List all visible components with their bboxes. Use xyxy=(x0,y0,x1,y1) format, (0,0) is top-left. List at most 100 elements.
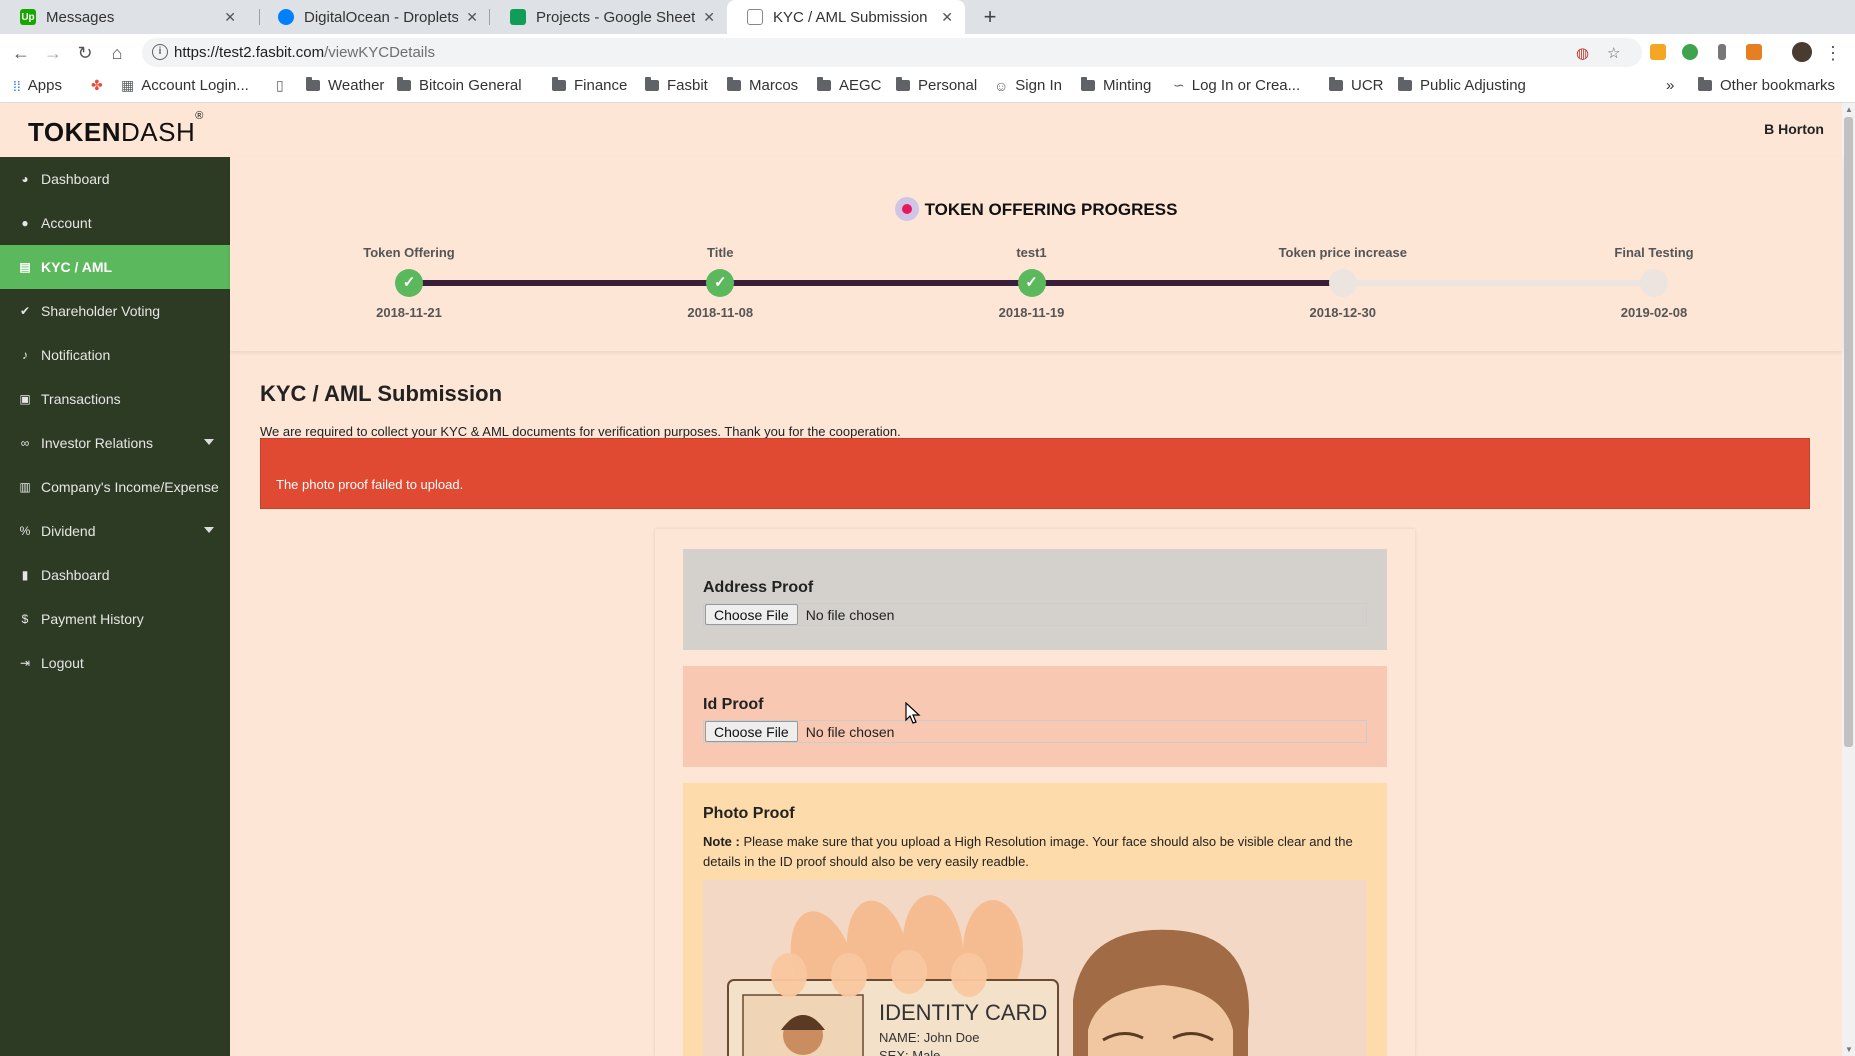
fox-extension-icon[interactable] xyxy=(1746,44,1762,60)
sidebar-item-company-s-income-expense[interactable]: ▥ Company's Income/Expense xyxy=(0,465,230,509)
forward-arrow-icon[interactable]: → xyxy=(40,40,66,66)
sidebar-item-transactions[interactable]: ▣ Transactions xyxy=(0,377,230,421)
tab-close-icon[interactable]: ✕ xyxy=(224,9,236,26)
folder-icon xyxy=(306,77,320,91)
bookmark-aegc[interactable]: AEGC xyxy=(817,77,882,94)
tab-close-icon[interactable]: ✕ xyxy=(941,9,953,26)
sidebar-item-investor-relations[interactable]: ∞ Investor Relations xyxy=(0,421,230,465)
milestone-date: 2019-02-08 xyxy=(1620,305,1688,320)
scroll-down-arrow-icon[interactable]: ▼ xyxy=(1845,1045,1853,1054)
folder-icon xyxy=(397,77,411,91)
sidebar-item-dashboard[interactable]: ▮ Dashboard xyxy=(0,553,230,597)
reload-icon[interactable]: ↻ xyxy=(72,40,98,66)
bookmark-personal[interactable]: Personal xyxy=(896,77,977,94)
tab-title: KYC / AML Submission xyxy=(773,8,928,26)
sidebar-item-payment-history[interactable]: $ Payment History xyxy=(0,597,230,641)
bookmark-account-login[interactable]: ▦ Account Login... xyxy=(121,77,249,94)
bookmark-weather[interactable]: Weather xyxy=(306,77,384,94)
metamask-extension-icon[interactable] xyxy=(1650,44,1666,60)
sidebar-item-shareholder-voting[interactable]: ✔ Shareholder Voting xyxy=(0,289,230,333)
sidebar-item-label: Transactions xyxy=(41,391,121,407)
sidebar-item-notification[interactable]: ♪ Notification xyxy=(0,333,230,377)
folder-icon xyxy=(896,77,910,91)
page-scrollbar[interactable]: ▲ ▼ xyxy=(1842,103,1855,1056)
grid-icon: ▦ xyxy=(121,77,135,93)
browser-menu-icon[interactable]: ⋮ xyxy=(1820,40,1846,66)
green-extension-icon[interactable] xyxy=(1682,44,1698,60)
id-proof-file-input[interactable]: Choose File No file chosen xyxy=(703,720,1367,743)
identity-card-illustration xyxy=(727,895,1249,1056)
bookmark-sign-in[interactable]: ☺ Sign In xyxy=(994,77,1062,94)
other-bookmarks[interactable]: Other bookmarks xyxy=(1698,77,1835,94)
page-icon: ▯ xyxy=(276,77,284,93)
tab-close-icon[interactable]: ✕ xyxy=(466,9,478,26)
bookmark-label: Fasbit xyxy=(667,77,708,94)
browser-tab-messages[interactable]: Up Messages ✕ xyxy=(0,0,248,34)
bookmark-finance[interactable]: Finance xyxy=(552,77,627,94)
sidebar-item-account[interactable]: ● Account xyxy=(0,201,230,245)
caret-down-icon[interactable] xyxy=(204,527,214,533)
scroll-up-arrow-icon[interactable]: ▲ xyxy=(1845,105,1853,114)
bookmarks-bar: ⁞⁞ Apps ✤ ▦ Account Login... ▯ Weather Bit… xyxy=(0,71,1855,103)
bookmark-public-adjusting[interactable]: Public Adjusting xyxy=(1398,77,1526,94)
bookmark-ucr[interactable]: UCR xyxy=(1329,77,1384,94)
sidebar-item-dividend[interactable]: % Dividend xyxy=(0,509,230,553)
profile-avatar-icon[interactable] xyxy=(1792,42,1812,62)
address-bar[interactable]: i https://test2.fasbit.com/viewKYCDetail… xyxy=(142,38,1642,67)
file-status: No file chosen xyxy=(805,723,895,740)
folder-icon xyxy=(1081,77,1095,91)
sidebar-item-dashboard[interactable]: ◕ Dashboard xyxy=(0,157,230,201)
sidebar-item-label: Dashboard xyxy=(41,171,110,187)
site-info-icon[interactable]: i xyxy=(152,44,168,60)
tokendash-logo[interactable]: TOKENDASH® xyxy=(28,110,204,148)
pin-extension-icon[interactable] xyxy=(1718,44,1726,60)
id-photo-example-image: IDENTITY CARD NAME: John Doe SEX: Male xyxy=(703,880,1367,1056)
tab-close-icon[interactable]: ✕ xyxy=(703,9,715,26)
browser-tab-sheets[interactable]: Projects - Google Sheets ✕ xyxy=(490,0,727,34)
folder-icon xyxy=(727,77,741,91)
blocked-popup-icon[interactable]: ◍ xyxy=(1576,44,1589,62)
home-icon[interactable]: ⌂ xyxy=(104,40,130,66)
pinwheel-icon: ✤ xyxy=(91,77,103,93)
page-title: KYC / AML Submission xyxy=(260,381,503,406)
bookmark-label: Weather xyxy=(328,77,385,94)
caret-down-icon[interactable] xyxy=(204,439,214,445)
back-arrow-icon[interactable]: ← xyxy=(8,40,34,66)
tab-title: Messages xyxy=(46,8,115,26)
bookmark-fasbit[interactable]: Fasbit xyxy=(645,77,708,94)
bookmark-label: Finance xyxy=(574,77,628,94)
sidebar-item-label: Account xyxy=(41,215,92,231)
sidebar-item-logout[interactable]: ⇥ Logout xyxy=(0,641,230,685)
bookmark-minting[interactable]: Minting xyxy=(1081,77,1151,94)
bookmark-apps[interactable]: ⁞⁞ Apps xyxy=(13,77,62,94)
robot-icon: ☺ xyxy=(994,77,1009,94)
bookmark-label: Log In or Crea... xyxy=(1191,77,1301,94)
address-proof-file-input[interactable]: Choose File No file chosen xyxy=(703,603,1367,626)
bookmark-pinwheel[interactable]: ✤ xyxy=(91,77,110,94)
progress-title: TOKEN OFFERING PROGRESS xyxy=(230,197,1842,221)
scroll-thumb[interactable] xyxy=(1844,117,1853,747)
sidebar-item-label: Shareholder Voting xyxy=(41,303,161,319)
logout-icon: ⇥ xyxy=(19,656,31,670)
browser-tab-kyc[interactable]: KYC / AML Submission ✕ xyxy=(727,0,965,34)
bookmark-page[interactable]: ▯ xyxy=(276,77,291,94)
choose-file-button[interactable]: Choose File xyxy=(705,604,798,625)
bookmark-star-icon[interactable]: ☆ xyxy=(1607,44,1620,62)
user-menu[interactable]: B Horton xyxy=(1764,121,1824,137)
bookmark-bitcoin-general[interactable]: Bitcoin General xyxy=(397,77,522,94)
alert-message: The photo proof failed to upload. xyxy=(276,477,464,492)
browser-tab-digitalocean[interactable]: DigitalOcean - Droplets ✕ xyxy=(258,0,490,34)
bookmark-marcos[interactable]: Marcos xyxy=(727,77,798,94)
briefcase-icon: ▥ xyxy=(19,480,31,494)
milestone-date: 2018-11-08 xyxy=(687,305,754,320)
bookmarks-overflow-button[interactable]: » xyxy=(1666,77,1674,94)
sidebar-item-kyc-aml[interactable]: ▤ KYC / AML xyxy=(0,245,230,289)
check-icon: ✔ xyxy=(19,304,31,318)
progress-title-text: TOKEN OFFERING PROGRESS xyxy=(924,200,1178,219)
milestone-label: test1 xyxy=(1016,245,1047,260)
sidebar-item-label: Investor Relations xyxy=(41,435,154,451)
link-icon: ∽ xyxy=(1173,77,1185,93)
bookmark-log-in[interactable]: ∽ Log In or Crea... xyxy=(1173,77,1300,94)
new-tab-button[interactable]: + xyxy=(976,3,1004,31)
choose-file-button[interactable]: Choose File xyxy=(705,721,798,742)
